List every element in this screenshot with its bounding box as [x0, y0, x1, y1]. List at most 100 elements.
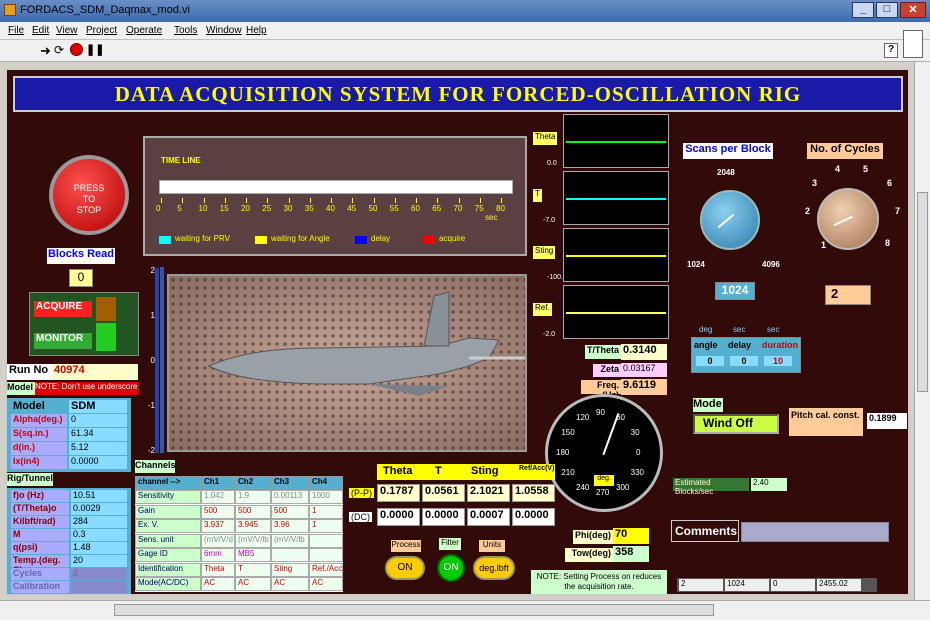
rig-row-value[interactable]: 1.48 [71, 542, 127, 554]
channels-cell[interactable]: AC [309, 577, 343, 591]
dial-tick-label: 150 [561, 428, 575, 437]
channels-cell[interactable]: Sting [271, 562, 309, 577]
channels-cell[interactable]: AC [201, 577, 235, 591]
scans-knob[interactable] [700, 190, 760, 250]
model-row-value[interactable]: SDM [69, 400, 127, 413]
pp-value: 1.0558 [512, 484, 555, 502]
rig-row-value[interactable]: 0.3 [71, 529, 127, 541]
run-no-field[interactable]: 40974 [52, 364, 138, 380]
menu-tools[interactable]: Tools [174, 25, 197, 36]
menu-project[interactable]: Project [86, 25, 117, 36]
channels-cell[interactable]: 6mm [201, 548, 235, 562]
menu-operate[interactable]: Operate [126, 25, 162, 36]
close-button[interactable]: ✕ [900, 2, 926, 18]
channels-cell[interactable] [309, 533, 343, 548]
model-row-value[interactable]: 61.34 [69, 428, 127, 441]
channels-cell[interactable]: 1000 [309, 490, 343, 504]
menu-window[interactable]: Window [206, 25, 242, 36]
timeline-tick-label: 50 [368, 204, 378, 213]
comments-label: Comments [671, 520, 739, 542]
channels-cell[interactable]: 1 [309, 519, 343, 533]
menu-edit[interactable]: Edit [32, 25, 49, 36]
stop-button[interactable]: PRESS TO STOP [49, 155, 129, 235]
abort-icon[interactable] [70, 43, 83, 56]
timing-duration-value[interactable]: 10 [764, 356, 792, 366]
channels-cell[interactable]: 0.00113 [271, 490, 309, 504]
run-arrow-icon[interactable]: ➜ [40, 43, 51, 59]
channels-cell[interactable]: 1.9 [235, 490, 271, 504]
process-toggle[interactable]: ON [385, 556, 425, 580]
rig-row-value[interactable]: 10.51 [71, 490, 127, 502]
timing-angle-value[interactable]: 0 [696, 356, 724, 366]
horizontal-scroll-thumb[interactable] [114, 604, 714, 616]
menu-help[interactable]: Help [246, 25, 267, 36]
channels-cell[interactable]: 3.96 [271, 519, 309, 533]
rig-row-value[interactable]: 0.0029 [71, 503, 127, 515]
channels-row-label: Identification [135, 562, 201, 577]
model-row-value[interactable]: 5.12 [69, 442, 127, 455]
channels-cell[interactable]: (mV/V/lb [235, 533, 271, 548]
maximize-button[interactable]: □ [876, 2, 898, 18]
minimize-button[interactable]: _ [852, 2, 874, 18]
angle-scale: 2 1 0 -1 -2 [137, 266, 155, 456]
model-row-value[interactable]: 0 [69, 414, 127, 427]
pause-icon[interactable]: ❚❚ [86, 43, 104, 56]
panel-title: DATA ACQUISITION SYSTEM FOR FORCED-OSCIL… [13, 76, 903, 112]
channels-cell[interactable]: 3.937 [201, 519, 235, 533]
channels-cell[interactable] [309, 548, 343, 562]
vertical-scroll-thumb[interactable] [917, 192, 928, 392]
channels-cell[interactable]: AC [235, 577, 271, 591]
channels-cell[interactable]: T [235, 562, 271, 577]
channels-cell[interactable] [271, 548, 309, 562]
scans-knob-pointer [717, 213, 735, 229]
channels-cell[interactable]: Ref./Acc [309, 562, 343, 577]
timing-delay-value[interactable]: 0 [730, 356, 758, 366]
scans-value[interactable]: 1024 [715, 282, 755, 300]
channels-cell[interactable]: 3.945 [235, 519, 271, 533]
phase-dial-unit: deg. [594, 475, 614, 486]
run-continuously-icon[interactable]: ⟳ [54, 43, 64, 57]
rig-row-value[interactable] [71, 581, 127, 593]
channels-cell[interactable]: (mV/V/lb [271, 533, 309, 548]
units-toggle[interactable]: deg.lbft [473, 556, 515, 580]
comments-field[interactable] [741, 522, 889, 542]
legend-swatch [423, 236, 435, 244]
graph-label-sting: Sting [533, 246, 556, 259]
menu-view[interactable]: View [56, 25, 78, 36]
vertical-scrollbar[interactable] [914, 62, 930, 600]
acquire-label: ACQUIRE [34, 301, 92, 317]
rig-row-value[interactable]: 20 [71, 555, 127, 567]
scans-max-tick: 4096 [762, 260, 780, 269]
rig-row-value[interactable]: 284 [71, 516, 127, 528]
cycles-tick: 8 [885, 238, 891, 248]
channels-cell[interactable]: 1.042 [201, 490, 235, 504]
timeline-tick-mark [373, 198, 375, 203]
filter-toggle[interactable]: ON [437, 554, 465, 582]
channels-cell[interactable]: (mV/V/d [201, 533, 235, 548]
channels-cell[interactable]: 500 [271, 504, 309, 519]
channels-cell[interactable]: AC [271, 577, 309, 591]
mode-selector[interactable]: Wind Off [693, 414, 779, 434]
rig-row-value[interactable]: 2 [71, 568, 127, 580]
pitch-cal-value[interactable]: 0.1899 [867, 413, 907, 429]
rig-row-label: f)o (Hz) [11, 490, 69, 502]
channels-cell[interactable]: 500 [235, 504, 271, 519]
dial-tick-label: 0 [636, 448, 641, 457]
channels-cell[interactable]: MB5 [235, 548, 271, 562]
readout-header-3: Ref/Acc(V) [519, 465, 555, 472]
timing-cluster: deg sec sec angle 0 delay 0 duration 10 [691, 325, 801, 373]
model-row-value[interactable]: 0.0000 [69, 456, 127, 469]
phase-dial: 90 60 30 0 330 300 270 240 210 180 150 120 deg. [545, 394, 663, 512]
horizontal-scrollbar[interactable] [0, 600, 930, 620]
angle-scale-label: -1 [147, 401, 155, 410]
help-icon[interactable]: ? [884, 43, 898, 58]
cycles-value[interactable]: 2 [825, 285, 871, 305]
menu-file[interactable]: File [8, 25, 24, 36]
timeline-unit: sec [485, 213, 498, 222]
channels-cell[interactable]: Theta [201, 562, 235, 577]
angle-slider-track[interactable] [160, 267, 164, 453]
channels-cell[interactable]: 500 [201, 504, 235, 519]
channels-cell[interactable]: 1 [309, 504, 343, 519]
timeline-tick-label: 25 [262, 204, 272, 213]
channels-header-cell: Ch2 [235, 476, 271, 490]
